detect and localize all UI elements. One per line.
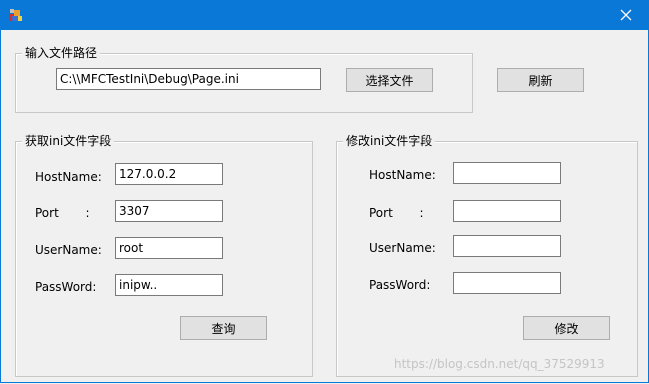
hostname-label: HostName: — [35, 170, 102, 184]
refresh-button[interactable]: 刷新 — [497, 68, 584, 92]
password-label: PassWord: — [35, 280, 97, 294]
path-group-title: 输入文件路径 — [22, 46, 101, 60]
password-input[interactable]: inipw.. — [115, 274, 223, 296]
password-input[interactable] — [453, 272, 561, 294]
hostname-label: HostName: — [369, 168, 436, 182]
hostname-input[interactable] — [453, 162, 561, 184]
port-label: Port : — [35, 206, 90, 220]
dialog-client-area: 输入文件路径 C:\\MFCTestIni\Debug\Page.ini 选择文… — [0, 30, 649, 383]
port-input[interactable] — [453, 200, 561, 222]
close-button[interactable] — [603, 0, 649, 30]
port-label: Port : — [369, 206, 424, 220]
path-input[interactable]: C:\\MFCTestIni\Debug\Page.ini — [56, 68, 321, 90]
watermark: https://blog.csdn.net/qq_37529913 — [394, 357, 605, 371]
choose-file-button[interactable]: 选择文件 — [346, 68, 433, 92]
write-group-title: 修改ini文件字段 — [343, 134, 436, 148]
username-label: UserName: — [35, 243, 102, 257]
app-icon — [9, 9, 22, 21]
username-input[interactable] — [453, 235, 561, 257]
hostname-input[interactable]: 127.0.0.2 — [115, 163, 223, 185]
modify-button[interactable]: 修改 — [523, 316, 610, 340]
username-input[interactable]: root — [115, 237, 223, 259]
username-label: UserName: — [369, 241, 436, 255]
port-input[interactable]: 3307 — [115, 200, 223, 222]
query-button[interactable]: 查询 — [180, 316, 267, 340]
password-label: PassWord: — [369, 278, 431, 292]
read-group-title: 获取ini文件字段 — [22, 134, 115, 148]
close-icon — [620, 9, 632, 21]
title-bar[interactable] — [0, 0, 649, 30]
